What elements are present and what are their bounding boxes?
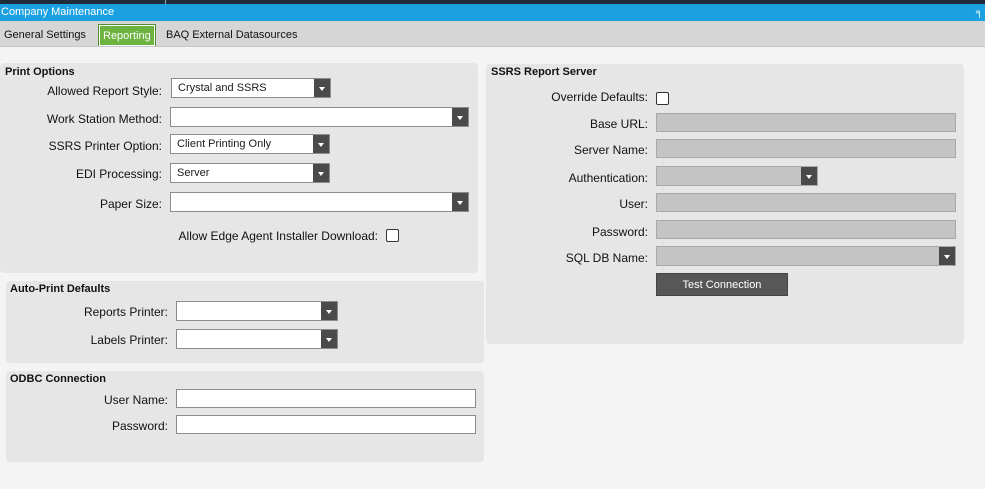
ssrs-printer-option-value: Client Printing Only: [177, 138, 272, 150]
allowed-report-style-label: Allowed Report Style:: [47, 84, 162, 98]
print-options-title: Print Options: [5, 66, 75, 78]
edi-processing-combo[interactable]: Server: [170, 163, 330, 183]
ssrs-user-label: User:: [619, 197, 648, 211]
base-url-input[interactable]: [656, 113, 956, 132]
server-name-input[interactable]: [656, 139, 956, 158]
paper-size-combo[interactable]: [170, 192, 469, 212]
chevron-down-icon[interactable]: [452, 193, 468, 211]
server-name-label: Server Name:: [573, 143, 648, 157]
authentication-label: Authentication:: [568, 171, 648, 185]
ssrs-printer-option-combo[interactable]: Client Printing Only: [170, 134, 330, 154]
chevron-down-icon[interactable]: [452, 108, 468, 126]
ssrs-printer-option-label: SSRS Printer Option:: [48, 139, 162, 153]
work-station-method-combo[interactable]: [170, 107, 469, 127]
auto-print-defaults-title: Auto-Print Defaults: [10, 283, 111, 295]
window-title: Company Maintenance: [1, 6, 115, 18]
tab-reporting[interactable]: Reporting: [98, 24, 156, 46]
labels-printer-label: Labels Printer:: [90, 333, 168, 347]
chevron-down-icon[interactable]: [939, 247, 955, 265]
odbc-password-input[interactable]: [176, 415, 476, 434]
odbc-connection-title: ODBC Connection: [10, 373, 106, 385]
sql-db-name-combo[interactable]: [656, 246, 956, 266]
chevron-down-icon[interactable]: [314, 79, 330, 97]
tab-baq-external-datasources[interactable]: BAQ External Datasources: [162, 24, 301, 46]
odbc-password-label: Password:: [111, 419, 168, 433]
chevron-down-icon[interactable]: [801, 167, 817, 185]
window-title-bar: Company Maintenance ╕: [0, 4, 985, 21]
allowed-report-style-combo[interactable]: Crystal and SSRS: [171, 78, 331, 98]
tab-bar: General Settings Reporting BAQ External …: [0, 21, 985, 47]
chevron-down-icon[interactable]: [321, 302, 337, 320]
allow-edge-agent-label: Allow Edge Agent Installer Download:: [178, 229, 378, 243]
odbc-user-name-input[interactable]: [176, 389, 476, 408]
labels-printer-combo[interactable]: [176, 329, 338, 349]
reports-printer-combo[interactable]: [176, 301, 338, 321]
sql-db-name-label: SQL DB Name:: [565, 251, 648, 265]
odbc-user-name-label: User Name:: [103, 393, 168, 407]
test-connection-button[interactable]: Test Connection: [656, 273, 788, 296]
auto-print-defaults-panel: Auto-Print Defaults: [6, 281, 484, 363]
work-station-method-label: Work Station Method:: [46, 112, 162, 126]
chevron-down-icon[interactable]: [321, 330, 337, 348]
ssrs-password-label: Password:: [591, 225, 648, 239]
pin-icon[interactable]: ╕: [976, 4, 983, 21]
authentication-combo[interactable]: [656, 166, 818, 186]
allow-edge-agent-checkbox[interactable]: [386, 229, 399, 242]
allowed-report-style-value: Crystal and SSRS: [178, 82, 267, 94]
ssrs-report-server-title: SSRS Report Server: [491, 66, 597, 78]
ssrs-password-input[interactable]: [656, 220, 956, 239]
tab-general-settings[interactable]: General Settings: [0, 24, 90, 46]
override-defaults-checkbox[interactable]: [656, 92, 669, 105]
edi-processing-value: Server: [177, 167, 210, 179]
paper-size-label: Paper Size:: [99, 197, 162, 211]
override-defaults-label: Override Defaults:: [551, 90, 648, 104]
base-url-label: Base URL:: [589, 117, 648, 131]
edi-processing-label: EDI Processing:: [75, 167, 162, 181]
reports-printer-label: Reports Printer:: [83, 305, 168, 319]
ssrs-user-input[interactable]: [656, 193, 956, 212]
chevron-down-icon[interactable]: [313, 164, 329, 182]
chevron-down-icon[interactable]: [313, 135, 329, 153]
